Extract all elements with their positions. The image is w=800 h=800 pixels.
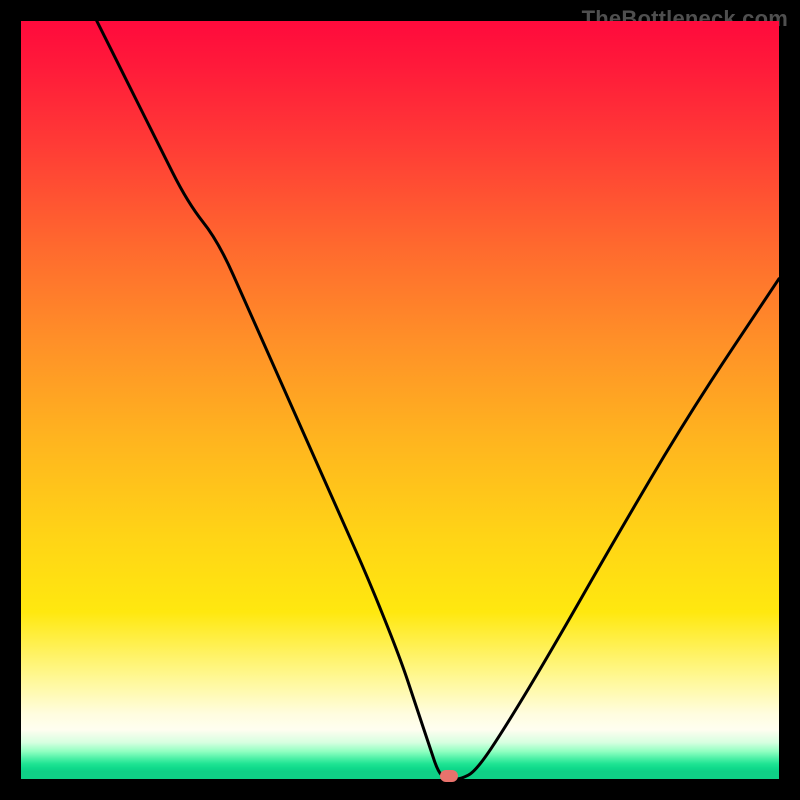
optimal-point-marker (440, 770, 458, 782)
plot-area (21, 21, 779, 779)
bottleneck-curve (21, 21, 779, 779)
chart-frame: TheBottleneck.com (0, 0, 800, 800)
